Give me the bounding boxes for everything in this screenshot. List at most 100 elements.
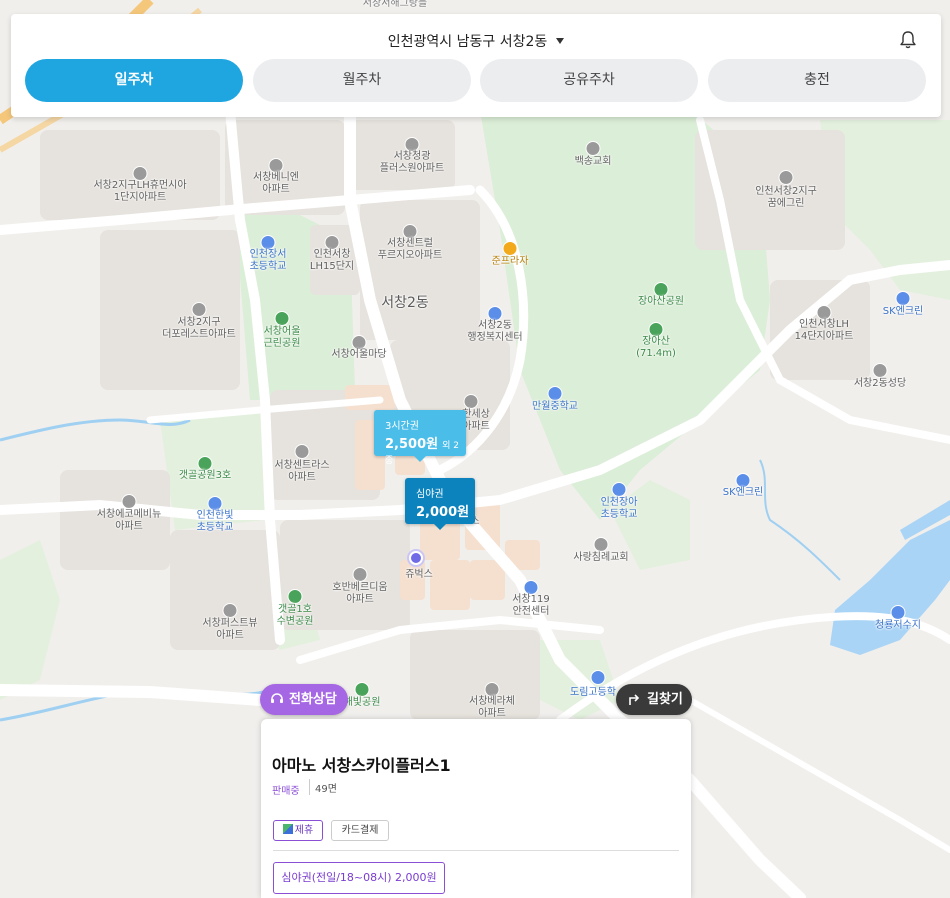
map-label-park[interactable]: 장아산공원 — [638, 296, 684, 308]
shop-icon — [502, 241, 518, 256]
map-label-school[interactable]: 도림고등학 — [570, 687, 616, 699]
map-label-park[interactable]: 갯골1호 수변공원 — [277, 604, 314, 628]
map-label-apartment[interactable]: 서창베라체 아파트 — [469, 696, 515, 720]
church-icon — [872, 363, 888, 378]
turn-right-arrow-icon — [629, 694, 640, 705]
apartment-icon — [121, 494, 137, 509]
map-label-park[interactable]: 해빛공원 — [344, 697, 381, 709]
parking-lot-title: 아마노 서창스카이플러스1 — [272, 756, 451, 775]
apartment-icon — [191, 302, 207, 317]
park-icon — [287, 589, 303, 604]
apartment-icon — [268, 158, 284, 173]
caret-down-icon — [556, 38, 565, 44]
bell-icon[interactable] — [899, 30, 917, 50]
ticket-option[interactable]: 심야권(전일/18~08시) 2,000원 — [273, 862, 445, 894]
park-icon — [653, 282, 669, 297]
apartment-icon — [778, 170, 794, 185]
phone-consult-button[interactable]: 전화상담 — [260, 684, 348, 715]
divider — [309, 779, 310, 795]
map-label-school[interactable]: 인천장아 초등학교 — [601, 497, 638, 521]
map-label-apartment[interactable]: 서창2지구LH휴먼시아 1단지아파트 — [93, 180, 186, 204]
tab-daily-parking[interactable]: 일주차 — [25, 59, 243, 102]
map-label-apartment[interactable]: 한세상 아파트 — [462, 409, 490, 433]
map-label-apartment[interactable]: 서창센트럴 푸르지오아파트 — [378, 238, 442, 262]
price-marker-night[interactable]: 심야권 2,000원 — [405, 478, 475, 530]
tab-charging[interactable]: 충전 — [708, 59, 926, 102]
marker-price: 2,000원 — [416, 505, 470, 520]
fire-station-icon — [523, 580, 539, 595]
apartment-icon — [402, 224, 418, 239]
map-label-gas-station[interactable]: SK엔크린 — [883, 306, 924, 318]
map-label-apartment[interactable]: 서창센트라스 아파트 — [274, 460, 329, 484]
map-label-apartment[interactable]: 서창2지구 더포레스트아파트 — [162, 317, 236, 341]
mountain-icon — [648, 322, 664, 337]
park-icon — [354, 682, 370, 697]
map-label-apartment[interactable]: 인천서창LH 14단지아파트 — [795, 319, 854, 343]
apartment-icon — [222, 603, 238, 618]
map-label-church[interactable]: 사랑침례교회 — [573, 552, 628, 564]
district-label: 서창2동 — [381, 295, 429, 311]
apartment-icon — [352, 567, 368, 582]
map-label-apartment[interactable]: 서창퍼스트뷰 아파트 — [202, 618, 257, 642]
map-label-apartment[interactable]: 서창베니엔 아파트 — [253, 172, 299, 196]
marker-title: 3시간권 — [385, 421, 419, 432]
map-label-church[interactable]: 서창2동성당 — [854, 378, 906, 390]
map-label-mountain[interactable]: 장아산 (71.4m) — [636, 336, 676, 360]
card-payment-tag: 카드결제 — [331, 820, 389, 841]
map-label-apartment[interactable]: 호반베르디움 아파트 — [332, 582, 387, 606]
apartment-icon — [132, 166, 148, 181]
map-label-park[interactable]: 갯골공원3호 — [179, 470, 231, 482]
gas-station-icon — [895, 291, 911, 306]
map-label-apartment[interactable]: 서창청광 플러스원아파트 — [380, 151, 444, 175]
divider — [273, 850, 679, 851]
apartment-icon — [484, 682, 500, 697]
location-selector[interactable]: 인천광역시 남동구 서창2동 — [11, 31, 941, 51]
school-icon — [207, 496, 223, 511]
headset-icon — [271, 693, 283, 703]
lake-icon — [890, 605, 906, 620]
park-icon — [274, 311, 290, 326]
school-icon — [611, 482, 627, 497]
price-marker-3hour[interactable]: 3시간권 2,500원 외 2종 — [374, 410, 466, 466]
map-label-apartment[interactable]: 인천서창 LH15단지 — [310, 249, 354, 273]
park-icon — [197, 456, 213, 471]
marker-title: 심야권 — [416, 489, 444, 500]
apartment-icon — [463, 394, 479, 409]
status-badge: 판매중 — [272, 786, 300, 797]
map-label-school[interactable]: 인천장서 초등학교 — [250, 249, 287, 273]
location-text: 인천광역시 남동구 서창2동 — [387, 34, 548, 50]
partner-logo-icon — [282, 824, 293, 834]
map-label-lake[interactable]: 청룡저수지 — [875, 620, 921, 632]
map-label-school[interactable]: 만월중학교 — [532, 401, 578, 413]
building-icon — [351, 335, 367, 350]
school-icon — [590, 670, 606, 685]
top-header: 인천광역시 남동구 서창2동 일주차 월주차 공유주차 충전 — [11, 14, 941, 117]
map-label-church[interactable]: 백송교회 — [575, 156, 612, 168]
map-label-office[interactable]: 서창2동 행정복지센터 — [467, 320, 522, 344]
map-label-gas-station[interactable]: SK엔크린 — [723, 487, 764, 499]
map-label-lot[interactable]: 쥬벅스 — [405, 569, 433, 581]
phone-consult-label: 전화상담 — [289, 692, 337, 707]
tab-shared-parking[interactable]: 공유주차 — [480, 59, 698, 102]
apartment-icon — [324, 235, 340, 250]
map-label-fire-station[interactable]: 서창119 안전센터 — [512, 594, 550, 618]
partner-tag: 제휴 — [273, 820, 323, 841]
space-count: 49면 — [315, 784, 337, 795]
directions-label: 길찾기 — [647, 692, 683, 707]
map-label-shop[interactable]: 준프라자 — [492, 256, 529, 268]
office-icon — [487, 306, 503, 321]
map-label-hall[interactable]: 서창어울마당 — [331, 349, 386, 361]
map-label-apartment[interactable]: 인천서창2지구 꿈에그린 — [755, 186, 817, 210]
apartment-icon — [816, 305, 832, 320]
church-icon — [585, 141, 601, 156]
marker-price: 2,500원 외 2종 — [385, 437, 459, 466]
parking-info-card[interactable]: 아마노 서창스카이플러스1 판매중 49면 제휴 카드결제 심야권(전일/18~… — [261, 719, 691, 898]
map-label-school[interactable]: 인천한빛 초등학교 — [197, 510, 234, 534]
directions-button[interactable]: 길찾기 — [616, 684, 692, 715]
tab-monthly-parking[interactable]: 월주차 — [253, 59, 471, 102]
school-icon — [260, 235, 276, 250]
map-label-apartment[interactable]: 서창에코메비뉴 아파트 — [97, 509, 161, 533]
parking-lot-marker[interactable] — [409, 551, 423, 565]
apartment-icon — [404, 137, 420, 152]
map-label-park[interactable]: 서창어울 근린공원 — [264, 326, 301, 350]
